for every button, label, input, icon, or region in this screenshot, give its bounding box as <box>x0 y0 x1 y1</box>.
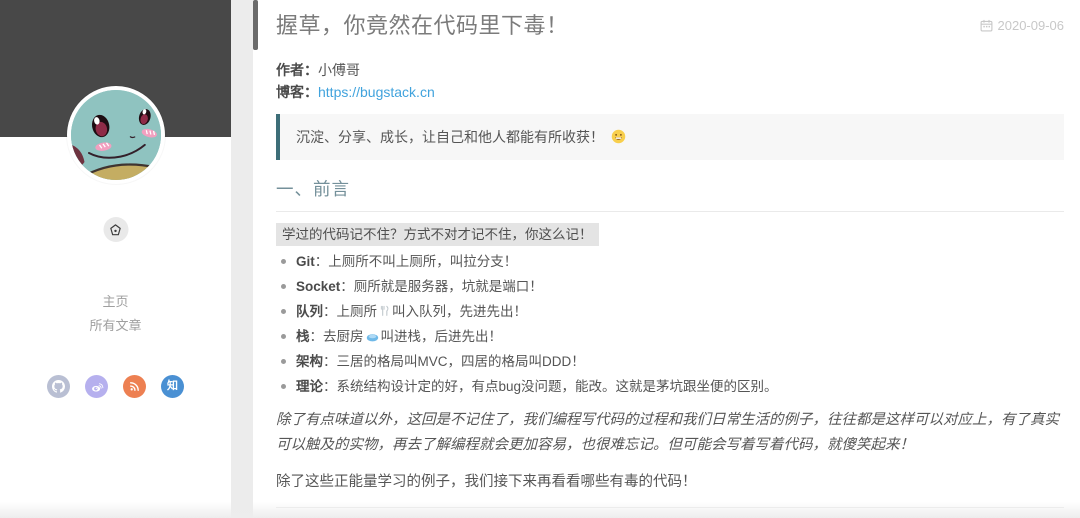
utensil-icon <box>379 305 390 317</box>
list-text-post: 叫进栈，后进先出！ <box>380 328 503 344</box>
blog-row: 博客：https://bugstack.cn <box>276 81 1064 103</box>
smiling-face-emoji-icon <box>611 129 626 144</box>
post-date: 2020-09-06 <box>980 18 1065 33</box>
list-item-queue: 队列：上厕所 叫入队列，先进先出！ <box>276 303 1064 321</box>
author-name: 小傅哥 <box>318 61 360 78</box>
rss-link[interactable] <box>123 375 146 398</box>
sidebar-nav: 主页 所有文章 <box>0 288 231 340</box>
list-term: 架构 <box>296 353 323 369</box>
squirtle-face-art <box>70 90 161 180</box>
weibo-link[interactable] <box>85 375 108 398</box>
list-text: ：三居的格局叫MVC，四居的格局叫DDD！ <box>323 353 585 369</box>
github-icon <box>52 380 65 393</box>
list-text-post: 叫入队列，先进先出！ <box>392 303 527 319</box>
bullet-icon <box>281 259 286 265</box>
list-item-architecture: 架构：三居的格局叫MVC，四居的格局叫DDD！ <box>276 353 1064 371</box>
paragraph-1: 除了有点味道以外，这回是不记住了，我们编程写代码的过程和我们日常生活的例子，往往… <box>276 411 1059 453</box>
list-item-git: Git：上厕所不叫上厕所，叫拉分支！ <box>276 253 1064 271</box>
avatar-squirtle-image <box>66 86 165 184</box>
highlight-text: 学过的代码记不住？方式不对才记不住，你这么记！ <box>276 222 599 246</box>
bullet-icon <box>281 384 286 390</box>
motto-blockquote: 沉淀、分享、成长，让自己和他人都能有所收获！ <box>276 113 1064 160</box>
bullet-icon <box>281 284 286 290</box>
post-meta: 作者：小傅哥 博客：https://bugstack.cn <box>276 59 1064 103</box>
home-pentagon-icon <box>110 223 121 235</box>
blog-label: 博客： <box>276 83 318 100</box>
list-text-pre: ：去厨房 <box>309 328 364 344</box>
list-term: Socket <box>296 278 341 294</box>
author-label: 作者： <box>276 61 318 78</box>
list-text: ：上厕所不叫上厕所，叫拉分支！ <box>314 253 518 269</box>
list-text-pre: ：上厕所 <box>323 303 377 319</box>
blog-page: 主页 所有文章 知 握草，你竟然在代码里下毒！ 2020-09-06 作者：小傅… <box>0 0 1080 518</box>
paragraph-2: 除了这些正能量学习的例子，我们接下来再看看哪些有毒的代码！ <box>276 473 697 490</box>
weibo-icon <box>91 382 103 392</box>
list-term: 栈 <box>296 328 310 344</box>
github-link[interactable] <box>47 375 70 398</box>
list-term: 理论 <box>296 378 323 394</box>
list-term: 队列 <box>296 303 323 319</box>
bullet-icon <box>281 334 286 340</box>
bullet-icon <box>281 359 286 365</box>
list-text: ：系统结构设计定的好，有点bug没问题，能改。这就是茅坑跟坐便的区别。 <box>323 378 778 394</box>
zhihu-glyph: 知 <box>167 380 178 392</box>
list-item-theory: 理论：系统结构设计定的好，有点bug没问题，能改。这就是茅坑跟坐便的区别。 <box>276 378 1064 396</box>
author-row: 作者：小傅哥 <box>276 59 1064 81</box>
blog-url-link[interactable]: https://bugstack.cn <box>318 84 435 100</box>
zhihu-link[interactable]: 知 <box>161 375 184 398</box>
page-title: 握草，你竟然在代码里下毒！ <box>276 13 569 38</box>
sidebar: 主页 所有文章 知 <box>0 0 231 518</box>
article-pane: 握草，你竟然在代码里下毒！ 2020-09-06 作者：小傅哥 博客：https… <box>253 0 1080 518</box>
list-item-stack: 栈：去厨房 叫进栈，后进先出！ <box>276 328 1064 346</box>
dish-icon <box>366 332 379 342</box>
social-links: 知 <box>0 375 231 398</box>
scrollbar-thumb[interactable] <box>253 0 258 50</box>
list-text: ：厕所就是服务器，坑就是端口！ <box>340 278 543 294</box>
analogy-list: Git：上厕所不叫上厕所，叫拉分支！ Socket：厕所就是服务器，坑就是端口！… <box>276 253 1064 396</box>
nav-home-link[interactable]: 主页 <box>0 292 231 312</box>
post-header: 握草，你竟然在代码里下毒！ 2020-09-06 <box>276 12 1064 41</box>
motto-text: 沉淀、分享、成长，让自己和他人都能有所收获！ <box>296 128 604 145</box>
footer-divider <box>276 506 1064 508</box>
post-date-text: 2020-09-06 <box>997 18 1065 33</box>
list-term: Git <box>296 253 315 269</box>
scrollbar-track[interactable] <box>231 0 253 518</box>
nav-all-posts-link[interactable]: 所有文章 <box>0 316 231 336</box>
home-button[interactable] <box>103 217 128 242</box>
bullet-icon <box>281 309 286 315</box>
section-heading: 一、前言 <box>276 176 1064 212</box>
calendar-icon <box>980 19 992 32</box>
rss-icon <box>130 382 139 391</box>
list-item-socket: Socket：厕所就是服务器，坑就是端口！ <box>276 278 1064 296</box>
